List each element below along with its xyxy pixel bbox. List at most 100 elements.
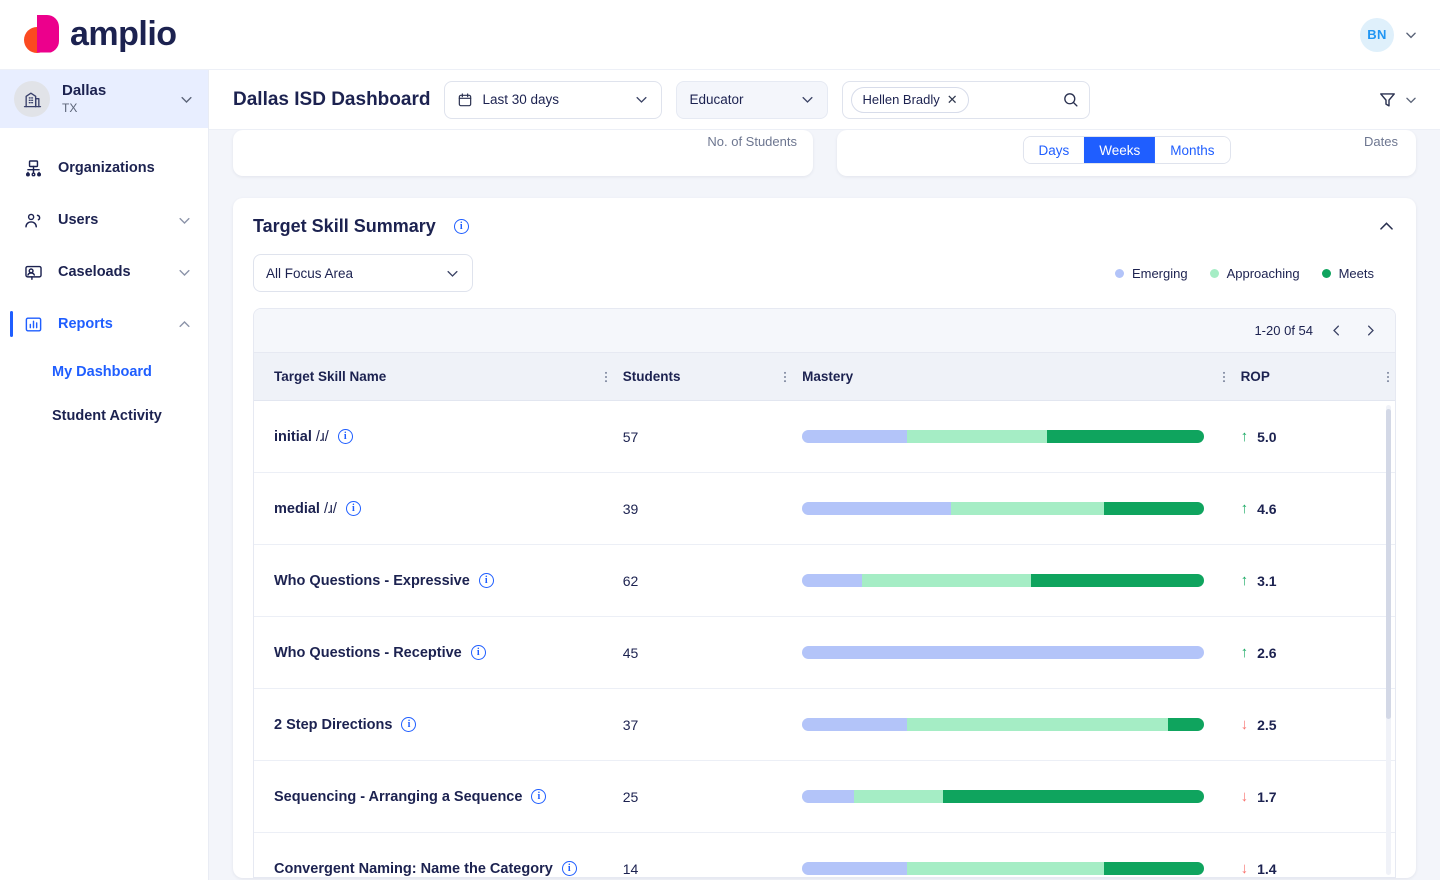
chevron-down-icon[interactable] bbox=[445, 266, 460, 281]
prev-page-chevron-left-icon[interactable] bbox=[1326, 323, 1347, 338]
reports-icon bbox=[22, 315, 44, 334]
org-switcher[interactable]: Dallas TX bbox=[0, 70, 208, 128]
chevron-down-icon[interactable] bbox=[800, 92, 815, 107]
account-menu[interactable]: BN bbox=[1360, 17, 1418, 52]
filter-chip[interactable]: Hellen Bradly ✕ bbox=[851, 86, 969, 113]
info-icon[interactable]: i bbox=[401, 717, 417, 732]
arrow-down-icon: ↓ bbox=[1240, 788, 1249, 805]
mastery-segment-meets bbox=[1167, 718, 1205, 731]
students-value: 25 bbox=[622, 788, 639, 805]
column-menu-icon[interactable] bbox=[1217, 370, 1231, 384]
column-menu-icon[interactable] bbox=[1381, 370, 1395, 384]
next-page-chevron-right-icon[interactable] bbox=[1360, 323, 1381, 338]
chevron-down-icon[interactable] bbox=[1404, 28, 1418, 42]
mastery-segment-approaching bbox=[950, 502, 1104, 515]
cell-skill-name: Who Questions - Receptive i bbox=[254, 645, 613, 661]
info-icon[interactable]: i bbox=[453, 219, 469, 234]
role-filter[interactable]: Educator bbox=[676, 80, 829, 119]
sidebar-item-label: Users bbox=[58, 212, 99, 228]
skill-name-label: Who Questions - Expressive bbox=[274, 572, 470, 589]
chevron-down-icon[interactable] bbox=[1404, 93, 1418, 107]
table-row[interactable]: Who Questions - Expressive i 62 ↑ 3.1 bbox=[254, 545, 1395, 617]
table-row[interactable]: 2 Step Directions i 37 ↓ 2.5 bbox=[254, 689, 1395, 761]
cell-skill-name: Convergent Naming: Name the Category i bbox=[254, 861, 613, 877]
panel-controls: All Focus Area Emerging Approaching Meet… bbox=[253, 254, 1396, 292]
cell-rop: ↓ 1.7 bbox=[1231, 789, 1395, 805]
legend-label: Approaching bbox=[1226, 265, 1300, 281]
table-row[interactable]: medial /ɹ/i 39 ↑ 4.6 bbox=[254, 473, 1395, 545]
advanced-filter-button[interactable] bbox=[1378, 90, 1418, 109]
close-icon[interactable]: ✕ bbox=[947, 93, 958, 106]
table-scrollbar-thumb[interactable] bbox=[1386, 409, 1391, 719]
sidebar-item-caseloads[interactable]: Caseloads bbox=[0, 246, 208, 298]
sidebar-item-label: Caseloads bbox=[58, 264, 131, 280]
students-card: No. of Students bbox=[233, 130, 813, 176]
organizations-icon bbox=[22, 159, 44, 178]
column-menu-icon[interactable] bbox=[599, 370, 613, 384]
column-header-rop[interactable]: ROP bbox=[1231, 369, 1395, 384]
date-range-filter[interactable]: Last 30 days bbox=[444, 80, 663, 119]
sidebar-item-organizations[interactable]: Organizations bbox=[0, 142, 208, 194]
cell-mastery bbox=[792, 574, 1230, 587]
search-input[interactable]: Hellen Bradly ✕ bbox=[842, 80, 1091, 119]
info-icon[interactable]: i bbox=[345, 501, 361, 516]
mastery-segment-meets bbox=[1103, 502, 1205, 515]
mastery-segment-emerging bbox=[802, 574, 863, 587]
legend-label: Emerging bbox=[1131, 265, 1188, 281]
mastery-segment-meets bbox=[1103, 862, 1205, 875]
mastery-segment-meets bbox=[1047, 430, 1205, 443]
toggle-months[interactable]: Months bbox=[1155, 137, 1230, 163]
mastery-segment-meets bbox=[1031, 574, 1205, 587]
toggle-days[interactable]: Days bbox=[1023, 137, 1085, 163]
chevron-down-icon[interactable] bbox=[177, 265, 192, 280]
rop-value: 1.4 bbox=[1257, 860, 1277, 877]
toggle-weeks[interactable]: Weeks bbox=[1084, 137, 1156, 163]
chevron-down-icon[interactable] bbox=[179, 92, 194, 107]
collapse-panel-chevron-up-icon[interactable] bbox=[1377, 217, 1396, 236]
cell-students: 25 bbox=[613, 789, 792, 805]
amplio-logo[interactable]: amplio bbox=[22, 14, 177, 56]
column-header-target-skill-name[interactable]: Target Skill Name bbox=[254, 369, 613, 384]
rop-value: 1.7 bbox=[1257, 788, 1277, 805]
table-row[interactable]: Sequencing - Arranging a Sequence i 25 ↓ 1.7 bbox=[254, 761, 1395, 833]
mastery-bar bbox=[802, 790, 1205, 803]
info-icon[interactable]: i bbox=[337, 429, 353, 444]
students-card-label: No. of Students bbox=[707, 134, 797, 149]
sidebar-subitem-my-dashboard[interactable]: My Dashboard bbox=[0, 350, 208, 394]
column-menu-icon[interactable] bbox=[778, 370, 792, 384]
info-icon[interactable]: i bbox=[531, 789, 547, 804]
info-icon[interactable]: i bbox=[561, 861, 577, 876]
info-icon[interactable]: i bbox=[470, 645, 486, 660]
mastery-segment-emerging bbox=[802, 430, 907, 443]
chevron-down-icon[interactable] bbox=[634, 92, 649, 107]
column-label: Target Skill Name bbox=[274, 369, 387, 384]
filter-icon[interactable] bbox=[1378, 90, 1397, 109]
table-row[interactable]: Convergent Naming: Name the Category i 14 ↓… bbox=[254, 833, 1395, 877]
page-title: Dallas ISD Dashboard bbox=[233, 88, 431, 110]
table-row[interactable]: Who Questions - Receptive i 45 ↑ 2.6 bbox=[254, 617, 1395, 689]
column-header-students[interactable]: Students bbox=[613, 369, 792, 384]
top-bar: amplio BN bbox=[0, 0, 1440, 70]
chevron-down-icon[interactable] bbox=[177, 213, 192, 228]
search-icon[interactable] bbox=[1062, 91, 1079, 108]
sidebar-subitem-student-activity[interactable]: Student Activity bbox=[0, 394, 208, 438]
skill-ipa-label: /ɹ/ bbox=[311, 428, 329, 445]
table-row[interactable]: initial /ɹ/i 57 ↑ 5.0 bbox=[254, 401, 1395, 473]
arrow-up-icon: ↑ bbox=[1240, 428, 1249, 445]
info-icon[interactable]: i bbox=[478, 573, 494, 588]
pagination-range: 1-20 0f 54 bbox=[1254, 323, 1313, 338]
focus-area-select[interactable]: All Focus Area bbox=[253, 254, 473, 292]
legend-dot bbox=[1114, 268, 1124, 278]
cell-students: 14 bbox=[613, 861, 792, 877]
mastery-bar bbox=[802, 718, 1205, 731]
mastery-segment-meets bbox=[942, 790, 1205, 803]
avatar[interactable]: BN bbox=[1360, 17, 1394, 52]
sidebar-item-reports[interactable]: Reports bbox=[0, 298, 208, 350]
chevron-up-icon[interactable] bbox=[177, 317, 192, 332]
column-header-mastery[interactable]: Mastery bbox=[792, 369, 1230, 384]
skill-name-label: Sequencing - Arranging a Sequence bbox=[274, 788, 523, 805]
cell-rop: ↑ 2.6 bbox=[1231, 645, 1395, 661]
sidebar-nav: Organizations Users Caseloads Reports My… bbox=[0, 128, 208, 438]
sidebar-item-users[interactable]: Users bbox=[0, 194, 208, 246]
students-value: 39 bbox=[622, 500, 639, 517]
